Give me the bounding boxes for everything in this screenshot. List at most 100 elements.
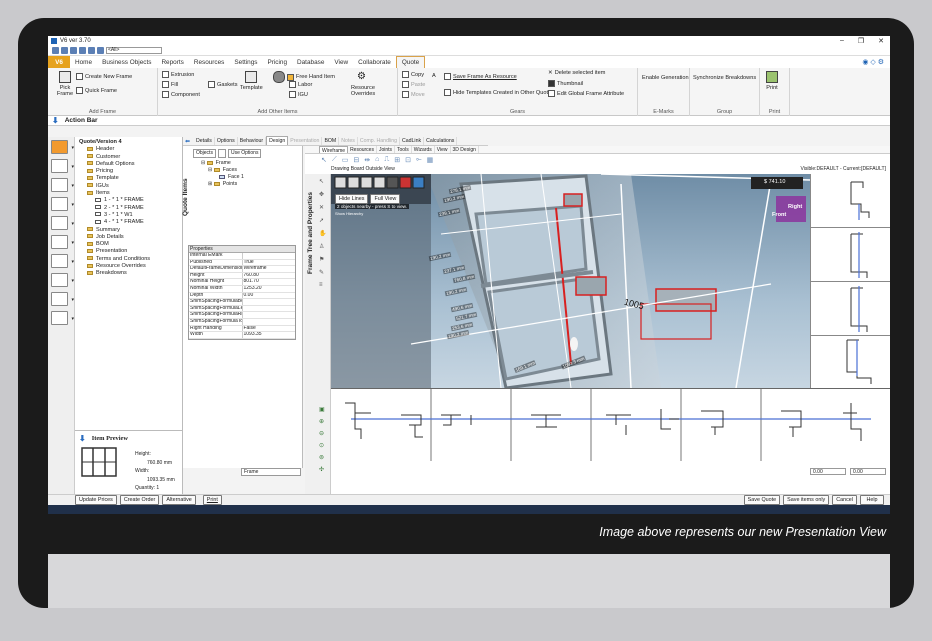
line-icon[interactable]: ⟋ [332, 156, 337, 164]
eraser-action-button[interactable]: ▾ [51, 235, 74, 249]
tree-node[interactable]: IGUs [79, 183, 178, 190]
section-cell[interactable] [811, 336, 890, 388]
tab-options[interactable]: Options [215, 137, 238, 145]
tree-node[interactable]: BOM [79, 241, 178, 248]
zoom-in-icon[interactable]: ⊕ [319, 418, 325, 425]
property-row[interactable]: Published True [189, 259, 295, 267]
zoom-icon[interactable]: ⊚ [319, 454, 325, 461]
tab-details[interactable]: Details [194, 137, 215, 145]
arch-icon[interactable]: ⌂ [375, 156, 379, 163]
use-options-dropdown[interactable]: Use Options [227, 149, 262, 158]
stamp-icon[interactable]: ⚑ [319, 256, 326, 263]
tree-node[interactable]: Quote/Version 4 [79, 139, 178, 146]
delete-item-button[interactable]: ✕ Delete selected item [548, 70, 605, 76]
pointer-tool-icon[interactable]: ➚ [319, 217, 326, 224]
open-icon[interactable] [61, 47, 68, 54]
tree-node[interactable]: ⊟ Faces [201, 167, 244, 174]
close-icon[interactable]: ✕ [878, 37, 884, 45]
property-row[interactable]: Internal EMark [189, 253, 295, 260]
tab-file[interactable]: V6 [48, 56, 70, 68]
zoom-fit-icon[interactable]: ⊙ [319, 442, 325, 449]
template-button[interactable]: Template [240, 71, 263, 91]
mullion-icon[interactable]: ⊟ [353, 156, 359, 164]
sync-breakdowns-button[interactable]: Synchronize Breakdowns [693, 75, 756, 81]
print-bottom-button[interactable]: Print [202, 495, 222, 505]
tab-view[interactable]: View [329, 57, 353, 68]
save-frame-button[interactable]: Save Frame As Resource [444, 73, 517, 80]
tab-pricing[interactable]: Pricing [262, 57, 292, 68]
select-icon[interactable]: ↖ [319, 178, 326, 185]
cancel-button[interactable]: Cancel [832, 495, 857, 505]
gaskets-button[interactable]: Gaskets [208, 81, 238, 88]
tree-node[interactable]: Header [79, 146, 178, 153]
help-icon[interactable]: ◉ ◇ ⚙ [862, 57, 890, 68]
tab-quote[interactable]: Quote [395, 56, 426, 68]
table-icon[interactable]: ▦ [427, 156, 434, 164]
link-icon[interactable]: ⟜ [416, 156, 422, 164]
maximize-icon[interactable]: ❐ [858, 37, 864, 45]
section-cell[interactable] [811, 228, 890, 282]
tab-bom[interactable]: BOM [322, 137, 340, 145]
save-quote-button[interactable]: Save Quote [743, 495, 781, 505]
tree-node[interactable]: 4 - * 1 * FRAME [79, 219, 178, 226]
minimize-icon[interactable]: – [840, 37, 844, 45]
rect-icon[interactable]: ▭ [342, 156, 349, 164]
property-row[interactable]: ShimSpacingFormulaLeft [189, 305, 295, 313]
zoom-out-icon[interactable]: ⊖ [319, 430, 325, 437]
horizontal-section-strip[interactable] [331, 388, 890, 461]
tab-presentation[interactable]: Presentation [288, 137, 323, 145]
tab-comp-handling[interactable]: Comp. Handling [358, 137, 401, 145]
full-view-button[interactable]: Full View [370, 194, 401, 204]
font-icon[interactable]: A [432, 73, 436, 79]
property-row[interactable]: DefaultFrameDimension Wireframe [189, 266, 295, 273]
nav-cube-front[interactable]: Front [772, 212, 786, 218]
property-row[interactable]: ShimSpacingFormulaRigh [189, 312, 295, 319]
igu-button[interactable]: IGU [289, 91, 308, 98]
tree-node[interactable]: Summary [79, 227, 178, 234]
paste-button[interactable]: Paste [402, 81, 425, 88]
fill-button[interactable]: Fill [162, 81, 178, 88]
save-items-button[interactable]: Save items only [783, 495, 830, 505]
lock-icon[interactable]: ⊡ [405, 156, 411, 164]
sack-action-button[interactable]: ▾ [51, 216, 74, 230]
enable-generation-button[interactable]: Enable Generation [642, 75, 689, 81]
labor-button[interactable]: Labor [289, 81, 312, 88]
figure-icon[interactable]: ♙ [319, 243, 326, 250]
property-row[interactable]: ShimSpacingFormulaTop [189, 318, 295, 326]
tree-node[interactable]: 2 - * 1 * FRAME [79, 205, 178, 212]
grid-icon[interactable]: ⊞ [394, 156, 400, 164]
back-icon[interactable]: ⬅ [185, 138, 190, 145]
tree-node[interactable]: Pricing [79, 168, 178, 175]
robot-action-button[interactable]: ▾ [51, 311, 74, 325]
property-row[interactable]: Nominal Width 1253.20 [189, 285, 295, 293]
filter-icon[interactable] [217, 149, 226, 158]
tree-node[interactable]: Items [79, 190, 178, 197]
pin-icon[interactable]: ⬇ [79, 434, 86, 443]
section-cell[interactable] [811, 174, 890, 228]
note-action-button[interactable]: ▾ [51, 273, 74, 287]
help-button[interactable]: Help [860, 495, 884, 505]
pointer-icon[interactable]: ↖ [321, 156, 327, 164]
print-button[interactable]: Print [766, 71, 778, 91]
settings-icon[interactable] [97, 47, 104, 54]
edit-action-button[interactable]: ▾ [51, 292, 74, 306]
tab-joints[interactable]: Joints [377, 146, 396, 153]
filter-combo[interactable]: <All> [106, 47, 162, 54]
tab-tools[interactable]: Tools [395, 146, 412, 153]
property-row[interactable]: Width 1093.35 [189, 332, 295, 339]
resource-overrides-button[interactable]: ⚙ Resource Overrides [346, 71, 380, 97]
move-tool-icon[interactable]: ✥ [319, 191, 326, 198]
tab-behaviour[interactable]: Behaviour [238, 137, 267, 145]
tab-wireframe[interactable]: Wireframe [319, 146, 349, 154]
copy-button[interactable]: Copy [402, 71, 424, 78]
create-new-frame-button[interactable]: Create New Frame [76, 73, 132, 80]
tab-database[interactable]: Database [292, 57, 329, 68]
window-action-button[interactable]: ▾ [51, 197, 74, 211]
tab-notes[interactable]: Notes [339, 137, 358, 145]
tree-node[interactable]: Breakdowns [79, 270, 178, 277]
email-icon[interactable] [79, 47, 86, 54]
pencil-action-button[interactable]: ▾ [51, 254, 74, 268]
pick-frame-button[interactable]: Pick Frame [53, 71, 77, 97]
move-button[interactable]: Move [402, 91, 425, 98]
tab-reports[interactable]: Reports [156, 57, 188, 68]
